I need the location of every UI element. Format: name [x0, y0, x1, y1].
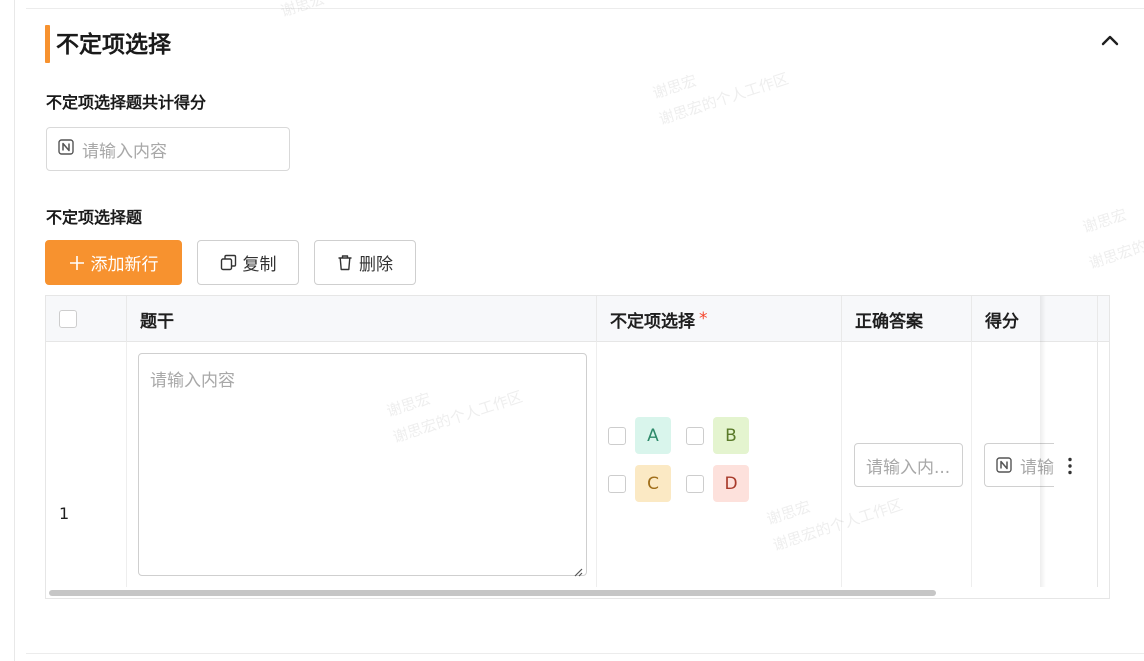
add-row-label: 添加新行 [90, 255, 159, 275]
scrollbar-thumb[interactable] [49, 590, 936, 596]
column-header-score: 得分 [972, 296, 1098, 342]
column-header-options: 不定项选择 * [597, 296, 842, 342]
option-c: C [608, 465, 671, 502]
column-header-stem-label: 题干 [140, 311, 174, 332]
copy-icon [220, 254, 237, 271]
option-a-checkbox[interactable] [608, 426, 626, 445]
resize-grip-icon[interactable] [573, 562, 583, 577]
row-index: 1 [59, 504, 70, 523]
option-d: D [686, 465, 749, 502]
stem-textarea[interactable]: 请输入内容 [138, 353, 587, 577]
total-score-label: 不定项选择题共计得分 [46, 93, 207, 112]
option-d-checkbox[interactable] [686, 474, 704, 493]
delete-button[interactable]: 删除 [314, 240, 416, 285]
option-d-badge: D [713, 465, 749, 502]
add-row-button[interactable]: 添加新行 [45, 240, 182, 285]
column-header-answer: 正确答案 [842, 296, 972, 342]
option-b-checkbox[interactable] [686, 426, 704, 445]
option-b-badge: B [713, 417, 749, 454]
collapse-chevron-up-icon[interactable] [1096, 26, 1124, 54]
table-header: 题干 不定项选择 * 正确答案 得分 [46, 296, 1109, 342]
fixed-column-shadow [1040, 296, 1046, 587]
number-icon [58, 139, 74, 159]
questions-label: 不定项选择题 [46, 208, 143, 227]
option-c-badge: C [635, 465, 671, 502]
option-a: A [608, 417, 671, 454]
column-header-stem: 题干 [127, 296, 597, 342]
plus-icon [69, 255, 85, 271]
stem-placeholder: 请输入内容 [150, 371, 235, 391]
header-select-all-cell [46, 296, 127, 342]
correct-answer-placeholder: 请输入内... [866, 457, 951, 478]
correct-answer-input[interactable]: 请输入内... [854, 443, 963, 487]
total-score-input[interactable]: 请输入内容 [46, 127, 290, 171]
trash-icon [337, 254, 353, 271]
section-title: 不定项选择 [56, 32, 171, 58]
top-divider [26, 8, 1144, 9]
questions-table: 题干 不定项选择 * 正确答案 得分 1 请输入内容 A B C D 请输入内.… [45, 295, 1110, 599]
section-accent-bar [45, 25, 50, 63]
copy-button[interactable]: 复制 [197, 240, 299, 285]
bottom-divider [26, 653, 1144, 654]
horizontal-scrollbar[interactable] [46, 588, 1098, 598]
total-score-placeholder: 请输入内容 [82, 141, 167, 162]
select-all-checkbox[interactable] [59, 310, 77, 328]
column-header-options-label: 不定项选择 [610, 311, 695, 332]
delete-label: 删除 [359, 255, 393, 275]
column-header-answer-label: 正确答案 [855, 311, 923, 332]
column-header-score-label: 得分 [985, 311, 1019, 332]
number-icon [996, 457, 1012, 473]
more-vertical-icon[interactable] [1060, 454, 1080, 478]
option-a-badge: A [635, 417, 671, 454]
required-asterisk: * [699, 309, 708, 329]
option-b: B [686, 417, 749, 454]
row-index-cell: 1 [46, 342, 127, 587]
score-placeholder: 请输 [1020, 457, 1054, 478]
option-c-checkbox[interactable] [608, 474, 626, 493]
copy-label: 复制 [242, 255, 277, 275]
